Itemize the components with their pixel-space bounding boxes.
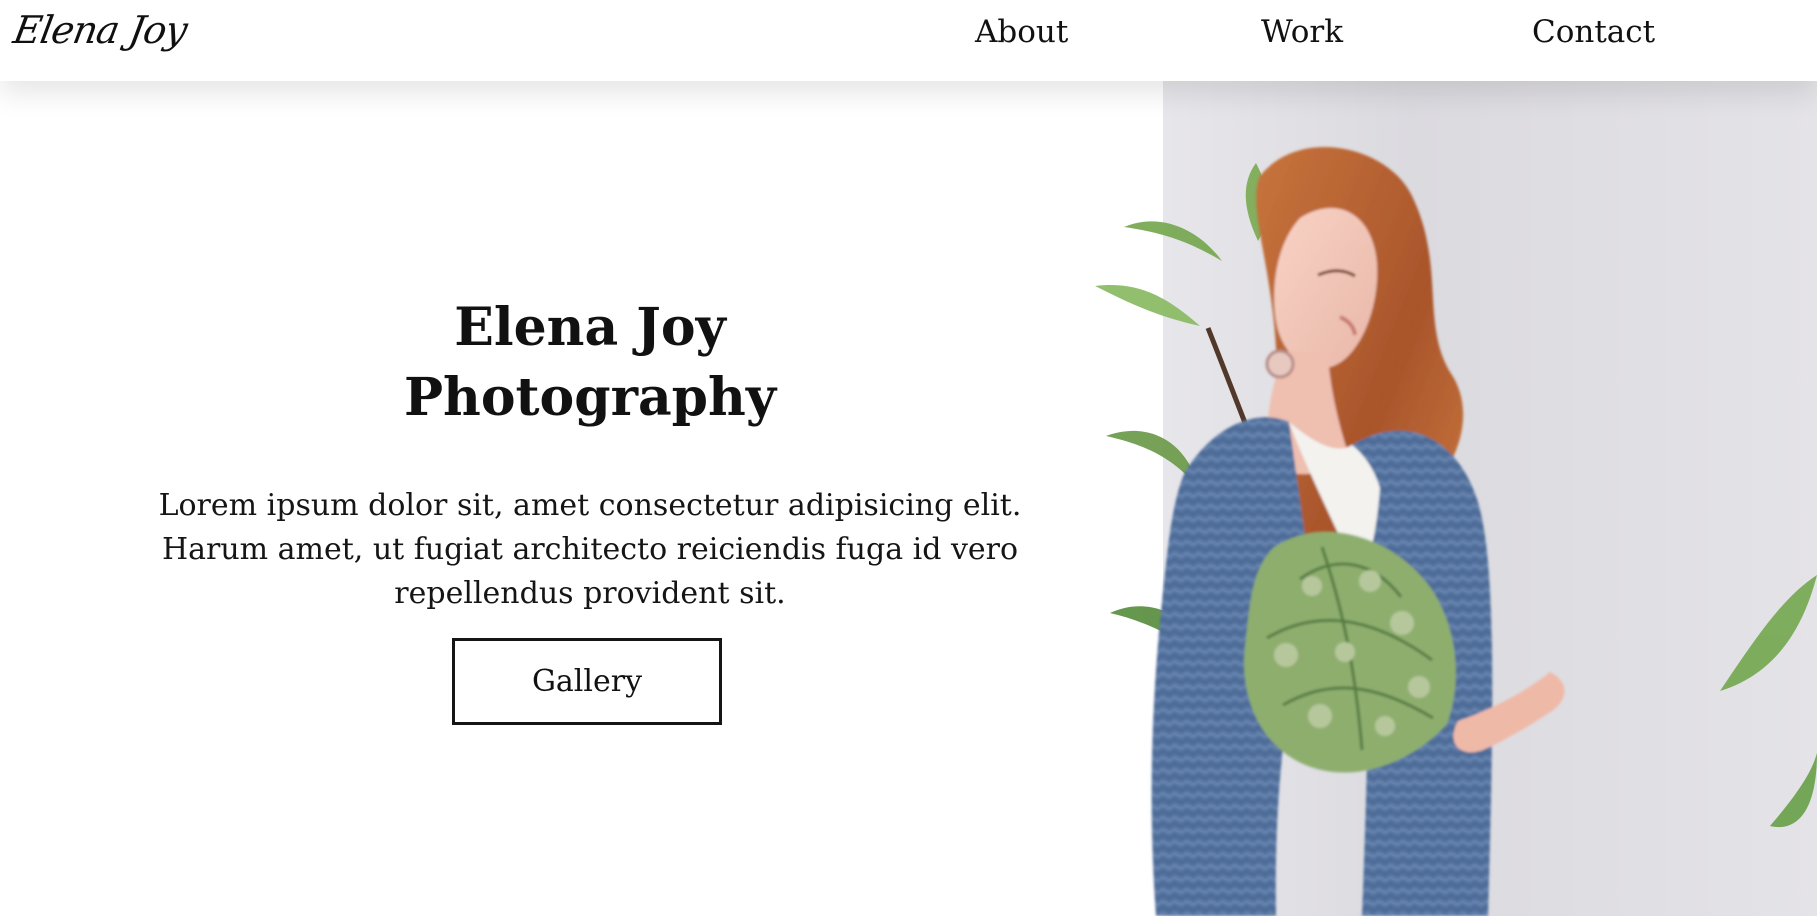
hero-description: Lorem ipsum dolor sit, amet consectetur …: [140, 484, 1040, 616]
hero-description-line: Lorem ipsum dolor sit, amet consectetur …: [158, 488, 1022, 523]
nav-link-contact[interactable]: Contact: [1532, 12, 1655, 52]
hero-description-line: repellendus provident sit.: [394, 576, 786, 611]
hero-description-line: Harum amet, ut fugiat architecto reicien…: [161, 532, 1019, 567]
top-navigation-bar: Elena Joy About Work Contact: [0, 0, 1817, 81]
hero-title-line: Elena Joy: [454, 296, 726, 358]
nav-link-work[interactable]: Work: [1261, 12, 1343, 52]
nav-link-about[interactable]: About: [975, 12, 1068, 52]
site-logo[interactable]: Elena Joy: [10, 8, 190, 52]
woman-portrait-icon: [1151, 147, 1565, 916]
hero-title-line: Photography: [403, 366, 777, 428]
hero-content: Elena Joy Photography Lorem ipsum dolor …: [140, 258, 1040, 758]
gallery-button[interactable]: Gallery: [452, 638, 722, 725]
hero-title: Elena Joy Photography: [140, 293, 1040, 433]
portrait-photo: [1095, 147, 1817, 916]
landing-page: Elena Joy About Work Contact Elena Joy P…: [0, 0, 1817, 916]
